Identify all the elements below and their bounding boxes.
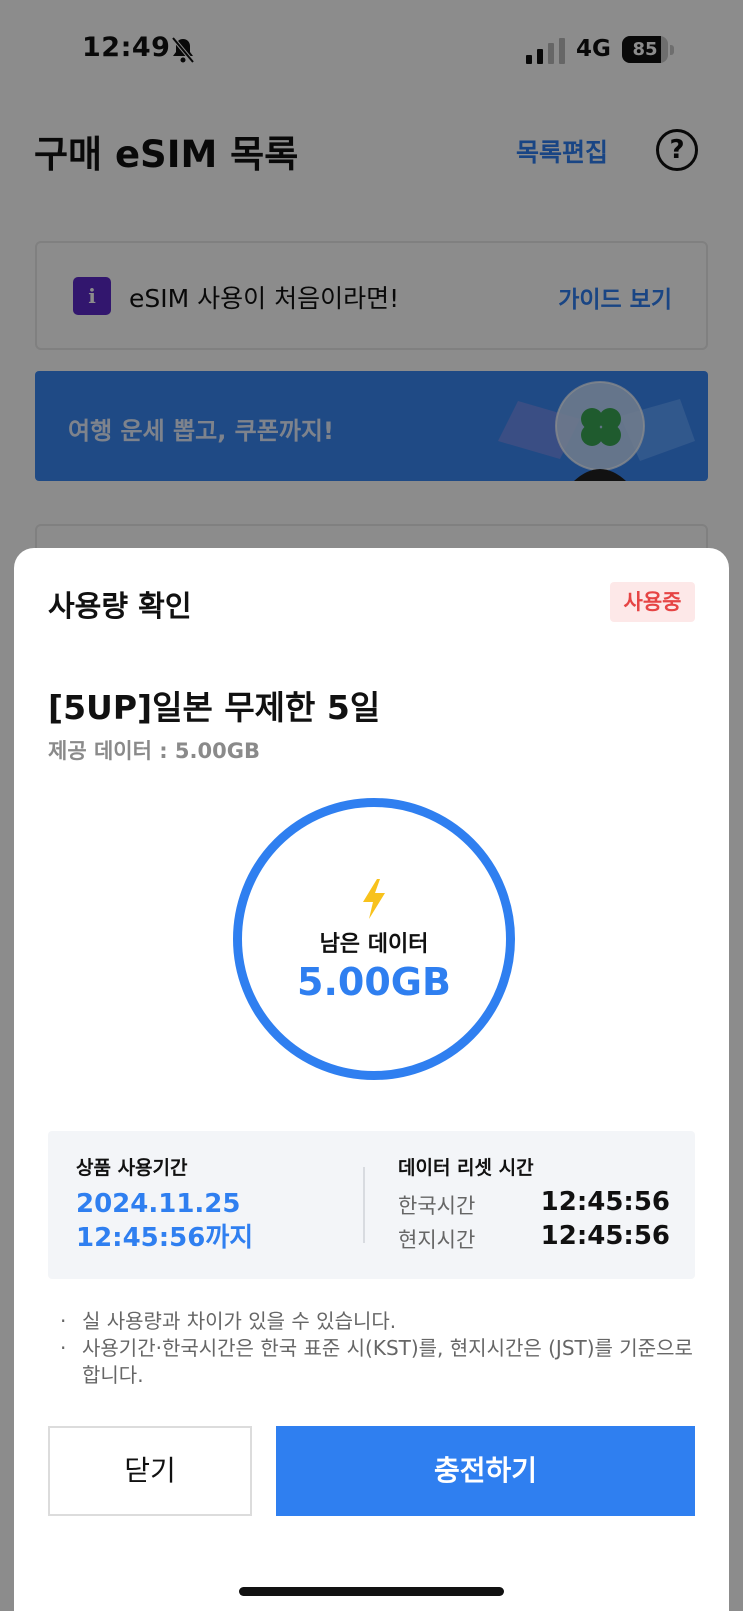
charge-button[interactable]: 충전하기 (276, 1426, 695, 1516)
note-text: 사용기간·한국시간은 한국 표준 시(KST)를, 현지시간은 (JST)를 기… (82, 1336, 693, 1387)
timezone-time: 12:45:56 (540, 1187, 670, 1217)
bullet: · (60, 1309, 67, 1333)
timezone-name: 현지시간 (398, 1228, 476, 1252)
data-provided: 제공 데이터 : 5.00GB (48, 739, 260, 763)
divider (363, 1167, 365, 1243)
close-button[interactable]: 닫기 (48, 1426, 252, 1516)
screen: 12:49 4G 85 구매 eSIM 목록 목록편집 ? i eSIM 사용이… (0, 0, 743, 1611)
status-badge: 사용중 (610, 582, 695, 622)
data-reset-label: 데이터 리셋 시간 (398, 1157, 534, 1179)
timezone-time: 12:45:56 (540, 1221, 670, 1251)
usage-period-label: 상품 사용기간 (76, 1157, 188, 1179)
local-time-row: 현지시간 12:45:56 (398, 1221, 670, 1255)
sheet-title: 사용량 확인 (48, 589, 192, 623)
note-item: · 실 사용량과 차이가 있을 수 있습니다. (48, 1308, 698, 1335)
remaining-data-value: 5.00GB (297, 960, 451, 1004)
remaining-data-label: 남은 데이터 (319, 932, 429, 957)
usage-period-until: 12:45:56까지 (76, 1223, 254, 1253)
lightning-icon (363, 879, 385, 919)
usage-bottom-sheet: 사용량 확인 사용중 [5UP]일본 무제한 5일 제공 데이터 : 5.00G… (14, 548, 729, 1611)
remaining-data-gauge: 남은 데이터 5.00GB (233, 798, 515, 1080)
usage-period-date: 2024.11.25 (76, 1189, 241, 1219)
notes-list: · 실 사용량과 차이가 있을 수 있습니다. · 사용기간·한국시간은 한국 … (48, 1308, 698, 1389)
note-item: · 사용기간·한국시간은 한국 표준 시(KST)를, 현지시간은 (JST)를… (48, 1335, 698, 1389)
bullet: · (60, 1336, 67, 1360)
timezone-name: 한국시간 (398, 1194, 476, 1218)
note-text: 실 사용량과 차이가 있을 수 있습니다. (82, 1309, 397, 1333)
home-indicator[interactable] (239, 1587, 504, 1596)
usage-info-box: 상품 사용기간 2024.11.25 12:45:56까지 데이터 리셋 시간 … (48, 1131, 695, 1279)
product-name: [5UP]일본 무제한 5일 (48, 688, 381, 727)
korea-time-row: 한국시간 12:45:56 (398, 1187, 670, 1221)
